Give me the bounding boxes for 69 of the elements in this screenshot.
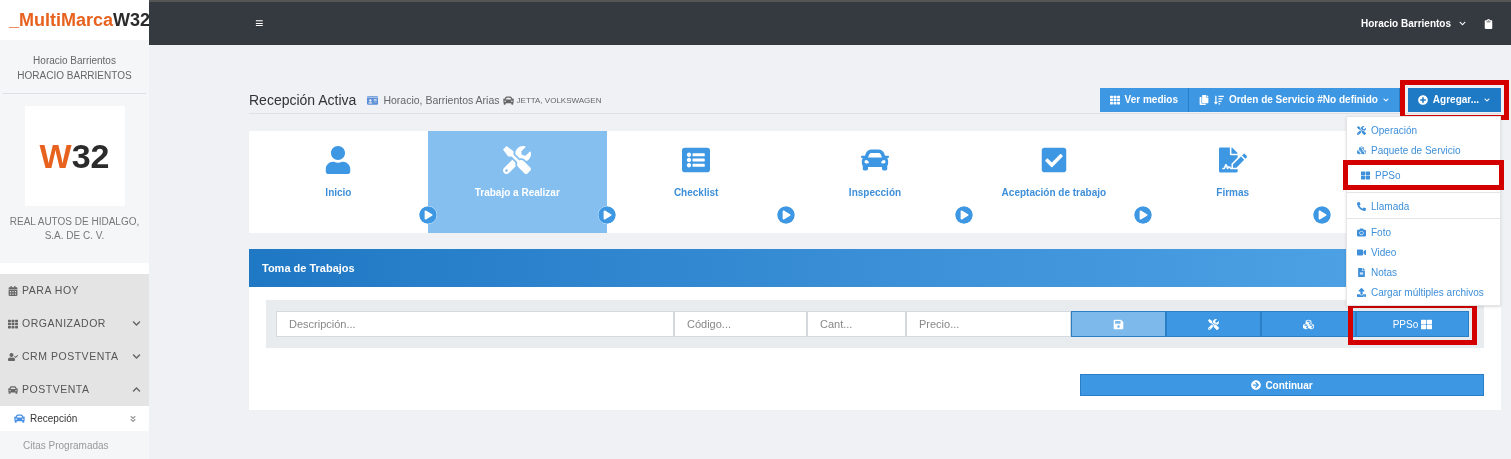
vehicle-name: JETTA, VOLKSWAGEN: [516, 94, 602, 107]
list-icon: [682, 146, 711, 174]
clipboard-icon[interactable]: [1484, 18, 1493, 29]
double-chevron-icon: [129, 414, 137, 423]
car-icon: [14, 413, 25, 424]
car-icon: [502, 95, 514, 106]
menu-item[interactable]: PPSo: [1351, 165, 1496, 185]
sort-icon: [1213, 94, 1224, 105]
cubes-icon: [1357, 145, 1366, 155]
menu-item[interactable]: Cargar múltiples archivos: [1347, 282, 1500, 302]
company-name: REAL AUTOS DE HIDALGO, S.A. DE C. V.: [8, 215, 141, 244]
nav-subitem[interactable]: Citas Programadas: [0, 431, 149, 459]
user-name: Horacio Barrientos: [33, 54, 116, 69]
id-card-icon: [367, 95, 379, 106]
panel-title: Toma de Trabajos: [262, 260, 355, 276]
step-tab[interactable]: Trabajo a Realizar: [427, 131, 607, 233]
action-button[interactable]: PPSo: [1356, 311, 1469, 337]
user-name-caps: HORACIO BARRIENTOS: [17, 69, 132, 84]
menu-button[interactable]: ≡: [255, 13, 264, 34]
file-icon: [1357, 267, 1366, 277]
user-icon: [324, 146, 353, 174]
camera-icon: [1357, 227, 1366, 237]
nav-subitem[interactable]: Recepción: [0, 406, 149, 431]
company-logo: W32: [24, 106, 125, 207]
menu-item[interactable]: Video: [1347, 242, 1500, 262]
nav-item[interactable]: CRM POSTVENTA: [0, 340, 149, 373]
tools-icon: [1208, 318, 1219, 330]
video-camera-icon: [1357, 247, 1366, 257]
cubes-icon: [1303, 318, 1314, 330]
input-field[interactable]: Cant...: [807, 311, 906, 337]
grid-icon: [1361, 170, 1370, 180]
menu-item[interactable]: Llamada: [1347, 196, 1500, 216]
input-field[interactable]: Descripción...: [276, 311, 674, 337]
continue-button[interactable]: Continuar: [1080, 374, 1484, 396]
toolbar-button[interactable]: Ver medios: [1099, 87, 1189, 112]
next-step-icon[interactable]: [1313, 206, 1332, 224]
action-button[interactable]: [1166, 311, 1261, 337]
grid-icon: [1421, 318, 1433, 330]
grid-icon: [1109, 94, 1120, 105]
input-field[interactable]: Precio...: [906, 311, 1071, 337]
client-name: Horacio, Barrientos Arias: [383, 92, 500, 108]
user-menu[interactable]: Horacio Barrientos: [1360, 16, 1466, 31]
grid-icon: [8, 318, 18, 329]
nav-item[interactable]: PARA HOY: [0, 274, 149, 307]
page-title: Recepción Activa: [249, 91, 357, 110]
toolbar-button[interactable]: Agregar...: [1407, 87, 1501, 112]
signature-icon: [1218, 146, 1247, 174]
calendar-icon: [8, 285, 18, 296]
save-icon: [1113, 318, 1124, 330]
menu-item[interactable]: Notas: [1347, 262, 1500, 282]
chevron-down-icon: [1459, 20, 1466, 27]
action-button[interactable]: [1261, 311, 1356, 337]
toolbar-button[interactable]: Orden de Servicio #No definido: [1188, 87, 1400, 112]
copy-icon: [1198, 94, 1209, 105]
checkbox-icon: [1039, 146, 1068, 174]
car-icon: [8, 384, 18, 395]
input-field[interactable]: Código...: [674, 311, 807, 337]
tools-icon: [503, 146, 532, 174]
nav-item[interactable]: POSTVENTA: [0, 373, 149, 406]
tools-icon: [1357, 125, 1366, 135]
upload-icon: [1357, 287, 1366, 297]
menu-item[interactable]: Paquete de Servicio: [1347, 140, 1500, 160]
user-check-icon: [8, 351, 18, 362]
nav-item[interactable]: ORGANIZADOR: [0, 307, 149, 340]
phone-icon: [1357, 201, 1366, 211]
menu-item[interactable]: Foto: [1347, 222, 1500, 242]
caret-icon: [1382, 96, 1389, 103]
menu-item[interactable]: Operación: [1347, 120, 1500, 140]
caret-icon: [1484, 96, 1490, 103]
